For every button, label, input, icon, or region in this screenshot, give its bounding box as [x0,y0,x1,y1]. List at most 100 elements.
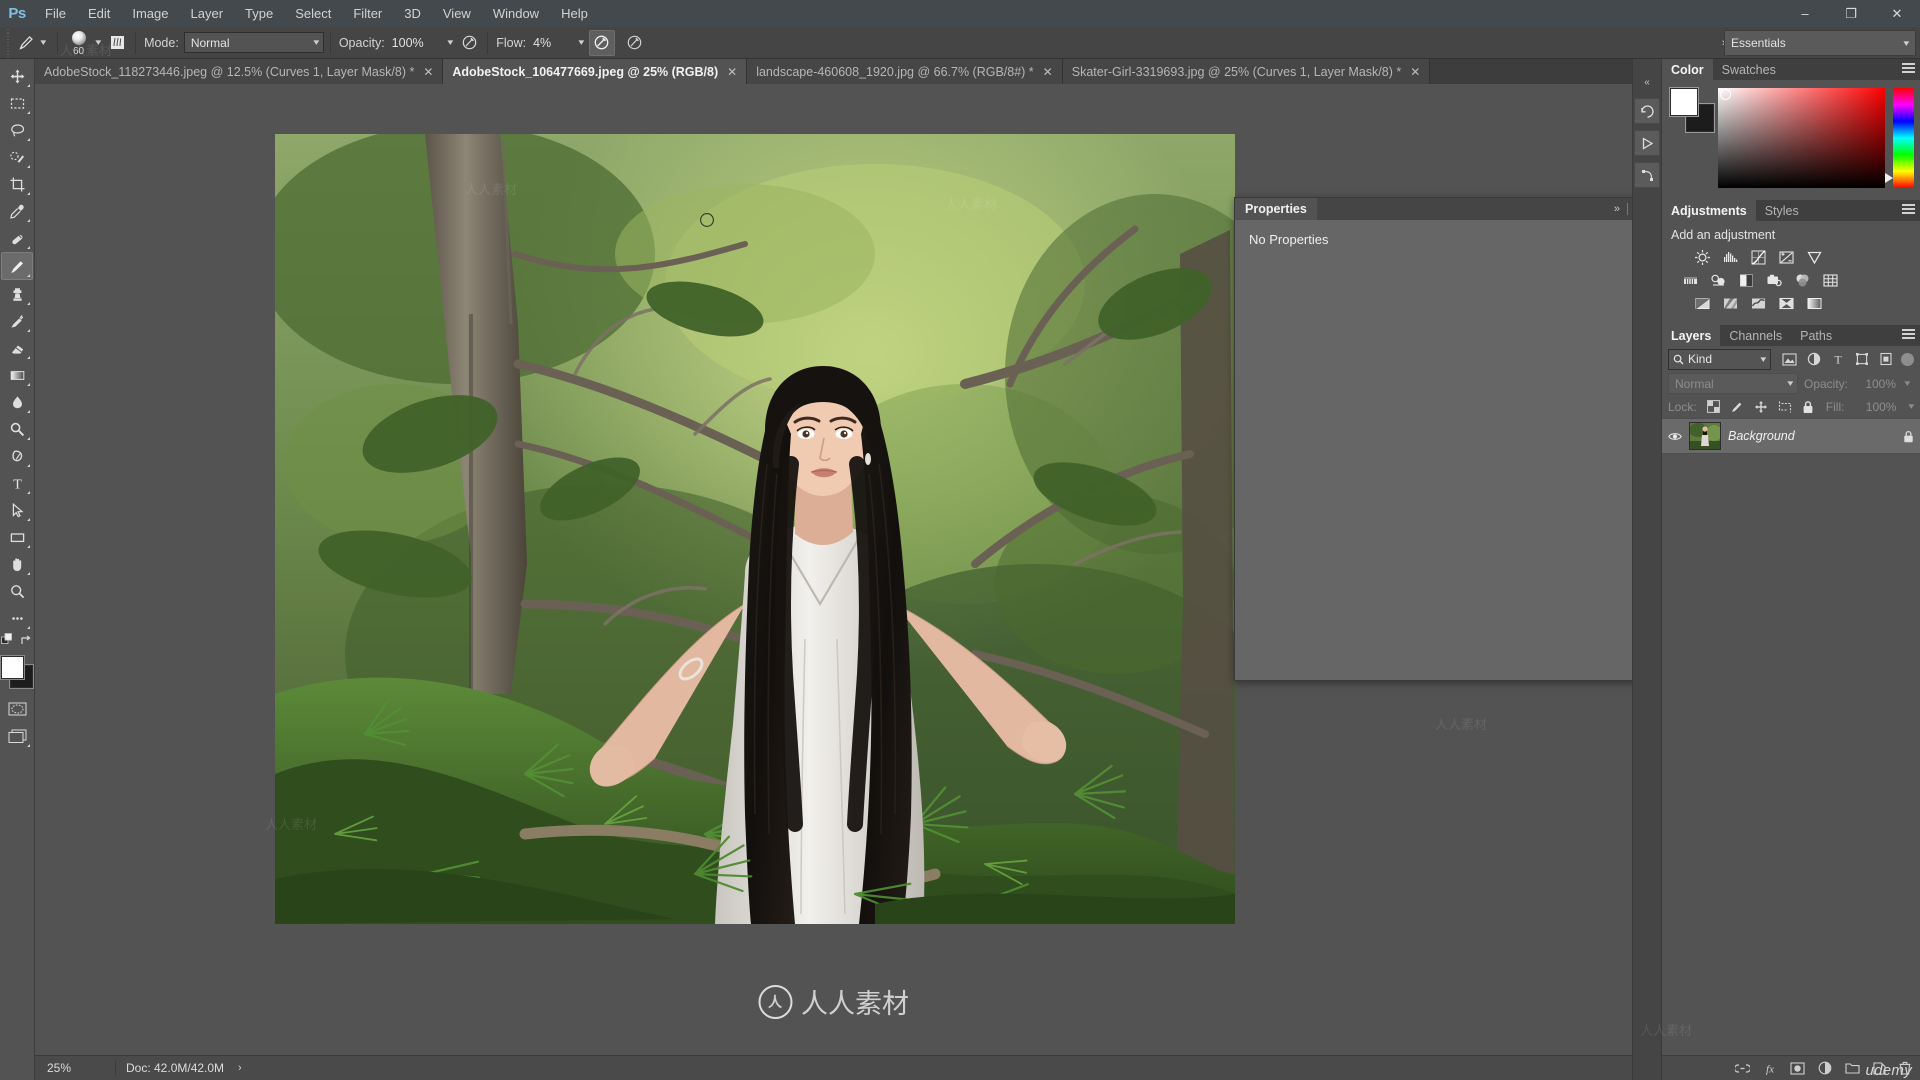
airbrush-toggle-icon[interactable] [588,29,615,56]
minimize-button[interactable]: – [1782,0,1828,27]
lock-all-icon[interactable] [1802,400,1814,414]
dock-expand-icon[interactable]: « [1644,77,1650,88]
layer-row-background[interactable]: Background [1662,418,1920,454]
brush-tool[interactable] [1,252,33,280]
hue-slider[interactable] [1885,88,1914,188]
menu-3d[interactable]: 3D [393,0,432,27]
black-white-icon[interactable] [1736,271,1756,289]
new-group-icon[interactable] [1845,1062,1860,1074]
horizontal-type-tool[interactable]: T [2,470,32,496]
properties-collapse-icon[interactable]: » [1614,203,1620,215]
flow-input[interactable]: 4% [531,33,577,52]
opacity-input[interactable]: 100% [390,33,446,52]
edit-toolbar-tool[interactable] [2,605,32,631]
menu-select[interactable]: Select [284,0,342,27]
tool-preset-chevron-down-icon[interactable]: ▾ [40,37,46,48]
brightness-contrast-icon[interactable] [1692,248,1712,266]
lock-transparent-pixels-icon[interactable] [1706,400,1720,413]
gradient-map-icon[interactable] [1804,294,1824,312]
menu-image[interactable]: Image [121,0,179,27]
workspace-switcher[interactable]: Essentials ▾ [1724,30,1916,56]
selective-color-icon[interactable] [1776,294,1796,312]
filter-enable-toggle[interactable] [1901,352,1914,366]
maximize-button[interactable]: ❐ [1828,0,1874,27]
lock-position-icon[interactable] [1754,400,1768,414]
link-layers-icon[interactable] [1735,1063,1750,1074]
filter-type-icon[interactable]: T [1831,352,1845,366]
properties-panel[interactable]: Properties » No Properties [1234,197,1632,681]
filter-pixel-icon[interactable] [1782,352,1797,366]
menu-type[interactable]: Type [234,0,284,27]
tab-paths[interactable]: Paths [1791,325,1841,346]
brush-preset-picker[interactable]: 60 [64,30,94,57]
invert-icon[interactable] [1692,294,1712,312]
crop-tool[interactable] [2,171,32,197]
color-lookup-icon[interactable] [1820,271,1840,289]
actions-dock-icon[interactable] [1634,130,1660,156]
menu-window[interactable]: Window [482,0,550,27]
vibrance-icon[interactable] [1804,248,1824,266]
menu-help[interactable]: Help [550,0,599,27]
spot-healing-brush-tool[interactable] [2,225,32,251]
move-tool[interactable] [2,63,32,89]
zoom-tool[interactable] [2,578,32,604]
close-button[interactable]: ✕ [1874,0,1920,27]
tab-styles[interactable]: Styles [1756,200,1808,221]
lasso-tool[interactable] [2,117,32,143]
blend-mode-select[interactable]: Normal ▾ [183,32,324,53]
layer-filter-kind-select[interactable]: Kind ▾ [1668,348,1771,370]
quick-mask-icon[interactable] [2,696,32,722]
layer-style-icon[interactable]: fx [1763,1061,1777,1075]
new-fill-adjustment-layer-icon[interactable] [1818,1061,1832,1075]
path-selection-tool[interactable] [2,497,32,523]
exposure-icon[interactable] [1776,248,1796,266]
color-spectrum-field[interactable] [1718,88,1885,188]
screen-mode-icon[interactable] [2,723,32,749]
tab-properties[interactable]: Properties [1235,198,1317,220]
brush-preset-chevron-down-icon[interactable]: ▾ [95,37,101,48]
document-tab-1-close-icon[interactable]: ✕ [423,65,433,79]
gradient-tool[interactable] [2,362,32,388]
threshold-icon[interactable] [1748,294,1768,312]
current-tool-icon[interactable] [13,31,39,55]
history-brush-tool[interactable] [2,308,32,334]
hue-saturation-icon[interactable] [1680,271,1700,289]
flow-chevron-down-icon[interactable]: ▾ [578,37,584,48]
layer-blend-mode-select[interactable]: Normal ▾ [1668,373,1798,394]
hand-tool[interactable] [2,551,32,577]
layer-thumbnail[interactable] [1689,422,1721,450]
filter-smart-object-icon[interactable] [1879,352,1893,366]
document-tab-4-close-icon[interactable]: ✕ [1410,65,1420,79]
blur-tool[interactable] [2,389,32,415]
color-panel-menu-icon[interactable] [1902,63,1915,74]
document-tab-2-close-icon[interactable]: ✕ [727,65,737,79]
document-tab-1[interactable]: AdobeStock_118273446.jpeg @ 12.5% (Curve… [35,59,444,84]
channel-mixer-icon[interactable] [1792,271,1812,289]
image-canvas[interactable] [275,134,1235,924]
clone-stamp-tool[interactable] [2,281,32,307]
opacity-pressure-toggle-icon[interactable] [457,31,481,55]
posterize-icon[interactable] [1720,294,1740,312]
menu-file[interactable]: File [34,0,77,27]
eye-icon[interactable] [1668,431,1682,442]
tab-swatches[interactable]: Swatches [1713,59,1785,80]
tab-layers[interactable]: Layers [1662,325,1721,346]
eyedropper-tool[interactable] [2,198,32,224]
status-zoom-level[interactable]: 25% [47,1061,105,1075]
document-tab-2[interactable]: AdobeStock_106477669.jpeg @ 25% (RGB/8) … [443,59,748,84]
photo-filter-icon[interactable] [1764,271,1784,289]
fill-value[interactable]: 100% [1854,400,1897,414]
layer-name[interactable]: Background [1728,429,1896,443]
foreground-background-color[interactable] [1,656,33,688]
opacity-chevron-down-icon[interactable]: ▾ [447,37,453,48]
quick-selection-tool[interactable] [2,144,32,170]
curves-icon[interactable] [1748,248,1768,266]
layer-opacity-chevron-down-icon[interactable]: ▾ [1904,378,1910,389]
document-tab-3[interactable]: landscape-460608_1920.jpg @ 66.7% (RGB/8… [747,59,1063,84]
menu-edit[interactable]: Edit [77,0,121,27]
eraser-tool[interactable] [2,335,32,361]
color-panel-swatches[interactable] [1668,88,1714,132]
fill-chevron-down-icon[interactable]: ▾ [1909,401,1915,412]
foreground-color-swatch[interactable] [1,656,24,679]
lock-icon[interactable] [1903,430,1914,443]
